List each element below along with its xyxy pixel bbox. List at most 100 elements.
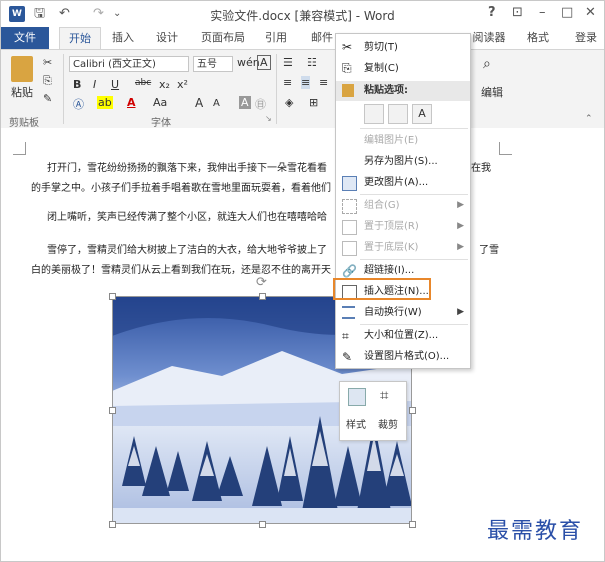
paste-icon[interactable] — [11, 56, 33, 82]
underline-button[interactable]: U — [111, 78, 119, 91]
font-group-label: 字体 — [151, 118, 171, 129]
resize-handle[interactable] — [409, 407, 416, 414]
align-left-icon[interactable]: ≡ — [283, 76, 292, 89]
submenu-arrow-icon: ▶ — [457, 307, 464, 317]
strikethrough-button[interactable]: abc — [135, 78, 151, 88]
tab-mailings[interactable]: 邮件 — [307, 27, 337, 49]
tab-login[interactable]: 登录 — [571, 27, 601, 49]
crop-button[interactable]: 裁剪 — [378, 416, 398, 431]
picture-style-icon[interactable] — [348, 388, 366, 406]
bullets-icon[interactable]: ☰ — [283, 56, 293, 69]
insert-caption-highlight — [333, 278, 431, 300]
font-color-icon[interactable]: A — [127, 96, 136, 109]
bold-button[interactable]: B — [73, 78, 81, 91]
close-button[interactable]: ✕ — [585, 5, 596, 20]
bring-front-icon — [342, 220, 357, 235]
resize-handle[interactable] — [109, 407, 116, 414]
highlight-icon[interactable]: ab — [97, 96, 113, 109]
subscript-button[interactable]: x₂ — [159, 78, 170, 91]
tab-format[interactable]: 格式 — [523, 27, 553, 49]
borders-icon[interactable]: ⊞ — [309, 96, 318, 109]
char-border-icon[interactable]: A — [257, 55, 271, 70]
group-icon — [342, 199, 357, 214]
italic-button[interactable]: I — [93, 78, 96, 91]
hyperlink-icon: 🔗 — [342, 264, 357, 278]
tab-layout[interactable]: 页面布局 — [199, 27, 247, 49]
menu-item-group[interactable]: 组合(G) ▶ — [336, 195, 470, 216]
menu-separator — [360, 128, 468, 129]
paste-text-only-icon[interactable]: A — [412, 104, 432, 124]
menu-item-copy[interactable]: ⎘ 复制(C) — [336, 58, 470, 79]
copy-icon: ⎘ — [342, 61, 352, 75]
word-window: W 🖫 ↶ ↷ ⌄ 实验文件.docx [兼容模式] - Word ? ⊡ – … — [0, 0, 605, 562]
text-effects-icon[interactable]: Ⓐ — [73, 96, 84, 112]
paste-button[interactable]: 粘贴 — [11, 84, 33, 100]
resize-handle[interactable] — [409, 521, 416, 528]
font-name-combo[interactable]: Calibri (西文正文) — [69, 56, 189, 72]
picture-style-button[interactable]: 样式 — [346, 416, 366, 431]
minimize-button[interactable]: – — [539, 5, 546, 20]
paragraph-3-line-1-tail: 了雪 — [479, 245, 499, 256]
margin-corner-mark — [13, 142, 26, 155]
enclose-char-icon[interactable]: ㊐ — [255, 96, 266, 112]
menu-item-save-as-picture[interactable]: 另存为图片(S)... — [336, 151, 470, 172]
resize-handle[interactable] — [109, 293, 116, 300]
menu-item-wrap-text[interactable]: 自动换行(W) ▶ — [336, 302, 470, 323]
shrink-font-button[interactable]: A — [213, 98, 220, 109]
watermark-text: 最需教育 — [487, 519, 584, 544]
editing-button[interactable]: 编辑 — [481, 84, 503, 100]
scissors-icon: ✂ — [342, 40, 353, 54]
mini-toolbar: ⌗ 样式 裁剪 — [339, 381, 407, 441]
align-center-icon[interactable]: ≡ — [301, 76, 311, 89]
shading-icon[interactable]: ◈ — [285, 96, 293, 109]
group-divider — [276, 54, 277, 124]
tab-reader[interactable]: 阅读器 — [469, 27, 509, 49]
clipboard-group-label: 剪贴板 — [9, 118, 39, 129]
ribbon: 粘贴 ✂ ⎘ ✎ 剪贴板 Calibri (西文正文) 五号 wén A B I… — [1, 49, 604, 129]
format-painter-icon[interactable]: ✎ — [43, 92, 52, 105]
change-picture-icon — [342, 176, 357, 191]
ribbon-display-button[interactable]: ⊡ — [512, 5, 523, 20]
menu-item-edit-picture[interactable]: 编辑图片(E) — [336, 130, 470, 151]
menu-item-change-picture[interactable]: 更改图片(A)... — [336, 172, 470, 193]
cut-icon[interactable]: ✂ — [43, 56, 52, 69]
paste-as-picture-icon[interactable] — [388, 104, 408, 124]
font-dialog-launcher-icon[interactable]: ↘ — [265, 114, 272, 123]
crop-icon[interactable]: ⌗ — [380, 386, 388, 404]
resize-handle[interactable] — [259, 521, 266, 528]
size-position-icon: ⌗ — [342, 329, 349, 343]
help-button[interactable]: ? — [488, 5, 496, 20]
numbering-icon[interactable]: ☷ — [307, 56, 317, 69]
grow-font-button[interactable]: A — [195, 96, 203, 110]
menu-item-send-to-back[interactable]: 置于底层(K) ▶ — [336, 237, 470, 258]
rotate-handle-icon[interactable]: ⟳ — [256, 275, 267, 290]
tab-insert[interactable]: 插入 — [107, 27, 139, 49]
menu-item-bring-to-front[interactable]: 置于顶层(R) ▶ — [336, 216, 470, 237]
align-right-icon[interactable]: ≡ — [319, 76, 328, 89]
superscript-button[interactable]: x² — [177, 78, 188, 91]
tab-home[interactable]: 开始 — [59, 27, 101, 50]
menu-item-size-position[interactable]: ⌗ 大小和位置(Z)... — [336, 325, 470, 346]
char-shading-button[interactable]: A — [239, 96, 251, 109]
maximize-button[interactable]: □ — [561, 5, 573, 20]
menu-item-cut[interactable]: ✂ 剪切(T) — [336, 37, 470, 58]
collapse-ribbon-icon[interactable]: ⌃ — [585, 114, 593, 124]
paragraph-1-line-1-tail: 在我 — [471, 163, 491, 174]
copy-icon[interactable]: ⎘ — [43, 74, 52, 88]
paste-keep-format-icon[interactable] — [364, 104, 384, 124]
paragraph-3-line-1: 雪停了，雪精灵们给大树披上了洁白的大衣，给大地爷爷披上了 — [47, 245, 327, 256]
resize-handle[interactable] — [259, 293, 266, 300]
tab-design[interactable]: 设计 — [151, 27, 183, 49]
font-size-combo[interactable]: 五号 — [193, 56, 233, 72]
context-menu: ✂ 剪切(T) ⎘ 复制(C) 粘贴选项: A 编辑图片(E) 另存为图片(S)… — [335, 33, 471, 369]
tab-references[interactable]: 引用 — [261, 27, 291, 49]
send-back-icon — [342, 241, 357, 256]
change-case-button[interactable]: Aa — [153, 96, 167, 109]
menu-item-format-picture[interactable]: ✎ 设置图片格式(O)... — [336, 346, 470, 367]
paragraph-2: 闭上嘴听，笑声已经传满了整个小区，就连大人们也在嘻嘻哈哈 — [47, 212, 327, 223]
group-divider — [63, 54, 64, 124]
tab-file[interactable]: 文件 — [1, 27, 49, 49]
resize-handle[interactable] — [109, 521, 116, 528]
find-icon[interactable]: ⌕ — [483, 56, 491, 72]
ribbon-tabs: 文件 开始 插入 设计 页面布局 引用 邮件 阅读器 格式 登录 — [1, 27, 604, 50]
